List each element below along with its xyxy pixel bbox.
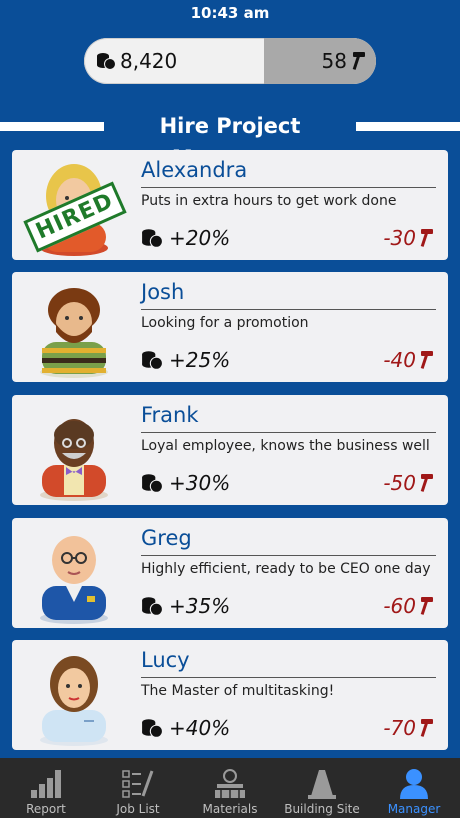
coin-stack-icon (142, 229, 163, 248)
coin-stack-icon (97, 53, 116, 70)
cost-value: -60 (383, 594, 416, 618)
coin-bonus: +20% (141, 226, 230, 250)
manager-card-frank[interactable]: Frank Loyal employee, knows the business… (12, 395, 448, 505)
manager-name: Alexandra (141, 158, 248, 182)
coin-stack-icon (142, 719, 163, 738)
greg-avatar (40, 536, 108, 624)
status-time: 10:43 am (190, 4, 270, 22)
name-divider (141, 187, 436, 188)
hammer-icon (420, 351, 433, 369)
title-divider-left (0, 122, 104, 131)
manager-description: Looking for a promotion (141, 315, 309, 331)
hammer-cost: -30 (383, 226, 434, 250)
coin-stack-icon (142, 351, 163, 370)
bonus-value: +25% (169, 348, 231, 372)
manager-name: Lucy (141, 648, 190, 672)
bonus-value: +30% (169, 471, 231, 495)
hammers-counter: 58 (264, 38, 376, 84)
tab-manager[interactable]: Manager (368, 758, 460, 818)
tab-job-list[interactable]: Job List (92, 758, 184, 818)
tab-label: Manager (387, 802, 441, 816)
cost-value: -70 (383, 716, 416, 740)
coins-counter: 8,420 (84, 38, 264, 84)
hammer-icon (420, 229, 433, 247)
materials-icon (215, 769, 245, 798)
coins-value: 8,420 (120, 49, 178, 73)
bonus-value: +35% (169, 594, 231, 618)
manager-card-greg[interactable]: Greg Highly efficient, ready to be CEO o… (12, 518, 448, 628)
bar-chart-icon (31, 770, 61, 798)
name-divider (141, 309, 436, 310)
manager-description: Highly efficient, ready to be CEO one da… (141, 561, 431, 577)
josh-avatar (40, 288, 108, 378)
coin-bonus: +30% (141, 471, 230, 495)
manager-description: The Master of multitasking! (141, 683, 335, 699)
manager-card-josh[interactable]: Josh Looking for a promotion +25% -40 (12, 272, 448, 382)
status-bar: 10:43 am (0, 0, 460, 26)
tab-materials[interactable]: Materials (184, 758, 276, 818)
title-divider-right (356, 122, 460, 131)
hammer-icon (352, 52, 365, 70)
manager-name: Greg (141, 526, 192, 550)
bonus-value: +40% (169, 716, 231, 740)
manager-description: Puts in extra hours to get work done (141, 193, 397, 209)
hammer-icon (420, 597, 433, 615)
checklist-icon (122, 770, 154, 798)
frank-avatar (40, 419, 108, 501)
tab-label: Job List (116, 802, 160, 816)
coin-bonus: +35% (141, 594, 230, 618)
resource-bar: 8,420 58 (84, 38, 376, 84)
tab-label: Report (26, 802, 66, 816)
traffic-cone-icon (308, 770, 336, 799)
manager-card-lucy[interactable]: Lucy The Master of multitasking! +40% -7… (12, 640, 448, 750)
cost-value: -50 (383, 471, 416, 495)
hammer-cost: -40 (383, 348, 434, 372)
tab-bar: Report Job List Materials Building Site … (0, 758, 460, 818)
person-icon (400, 769, 428, 799)
coin-stack-icon (142, 474, 163, 493)
name-divider (141, 555, 436, 556)
hammer-cost: -60 (383, 594, 434, 618)
hammer-icon (420, 474, 433, 492)
lucy-avatar (40, 656, 108, 746)
manager-name: Frank (141, 403, 199, 427)
manager-card-alexandra[interactable]: HIRED Alexandra Puts in extra hours to g… (12, 150, 448, 260)
bonus-value: +20% (169, 226, 231, 250)
cost-value: -30 (383, 226, 416, 250)
manager-description: Loyal employee, knows the business well (141, 438, 430, 454)
tab-report[interactable]: Report (0, 758, 92, 818)
coin-bonus: +25% (141, 348, 230, 372)
hammer-icon (420, 719, 433, 737)
manager-name: Josh (141, 280, 185, 304)
tab-label: Building Site (284, 802, 360, 816)
name-divider (141, 677, 436, 678)
tab-building-site[interactable]: Building Site (276, 758, 368, 818)
coin-bonus: +40% (141, 716, 230, 740)
name-divider (141, 432, 436, 433)
section-header: Hire Project Managers (0, 110, 460, 170)
hammers-value: 58 (321, 49, 347, 73)
tab-label: Materials (202, 802, 258, 816)
cost-value: -40 (383, 348, 416, 372)
hammer-cost: -50 (383, 471, 434, 495)
coin-stack-icon (142, 597, 163, 616)
hammer-cost: -70 (383, 716, 434, 740)
